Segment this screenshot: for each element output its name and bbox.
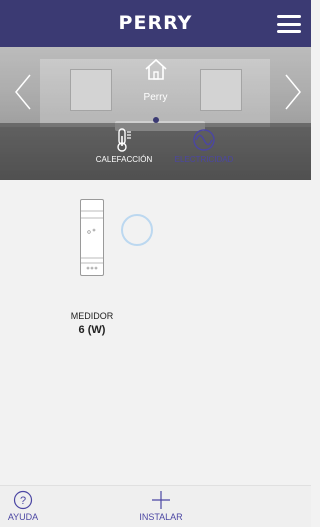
category-electricity-label: ELECTRICIDAD: [174, 155, 234, 164]
hamburger-menu-icon[interactable]: [277, 15, 301, 33]
electricity-wave-icon: [193, 129, 215, 151]
install-button[interactable]: INSTALAR: [133, 490, 189, 522]
svg-text:?: ?: [20, 495, 26, 507]
home-banner: Perry CALEFACCIÓN ELECTRICIDAD: [0, 47, 311, 180]
bottom-nav: ? AYUDA INSTALAR: [0, 485, 311, 527]
install-label: INSTALAR: [139, 512, 183, 522]
help-button[interactable]: ? AYUDA: [3, 490, 43, 522]
home-name: Perry: [143, 92, 168, 103]
menu-line: [277, 30, 301, 33]
help-circle-icon: ?: [13, 490, 33, 510]
status-ring-icon: [121, 214, 153, 246]
category-bar: CALEFACCIÓN ELECTRICIDAD: [0, 123, 311, 180]
power-meter-device-icon: [80, 199, 104, 276]
brand-logo: PERRY: [118, 12, 193, 34]
menu-line: [277, 15, 301, 18]
help-label: AYUDA: [7, 512, 39, 522]
device-name: MEDIDOR: [70, 311, 114, 321]
category-heating[interactable]: CALEFACCIÓN: [84, 123, 164, 180]
top-bar: PERRY: [0, 0, 311, 47]
plus-icon: [152, 491, 170, 509]
category-heating-label: CALEFACCIÓN: [95, 155, 153, 164]
device-value: 6 (W): [78, 324, 106, 336]
thermometer-icon: [117, 128, 131, 152]
menu-line: [277, 22, 301, 26]
device-grid: MEDIDOR 6 (W): [0, 180, 311, 485]
home-icon[interactable]: [144, 57, 168, 81]
category-electricity[interactable]: ELECTRICIDAD: [168, 123, 240, 180]
